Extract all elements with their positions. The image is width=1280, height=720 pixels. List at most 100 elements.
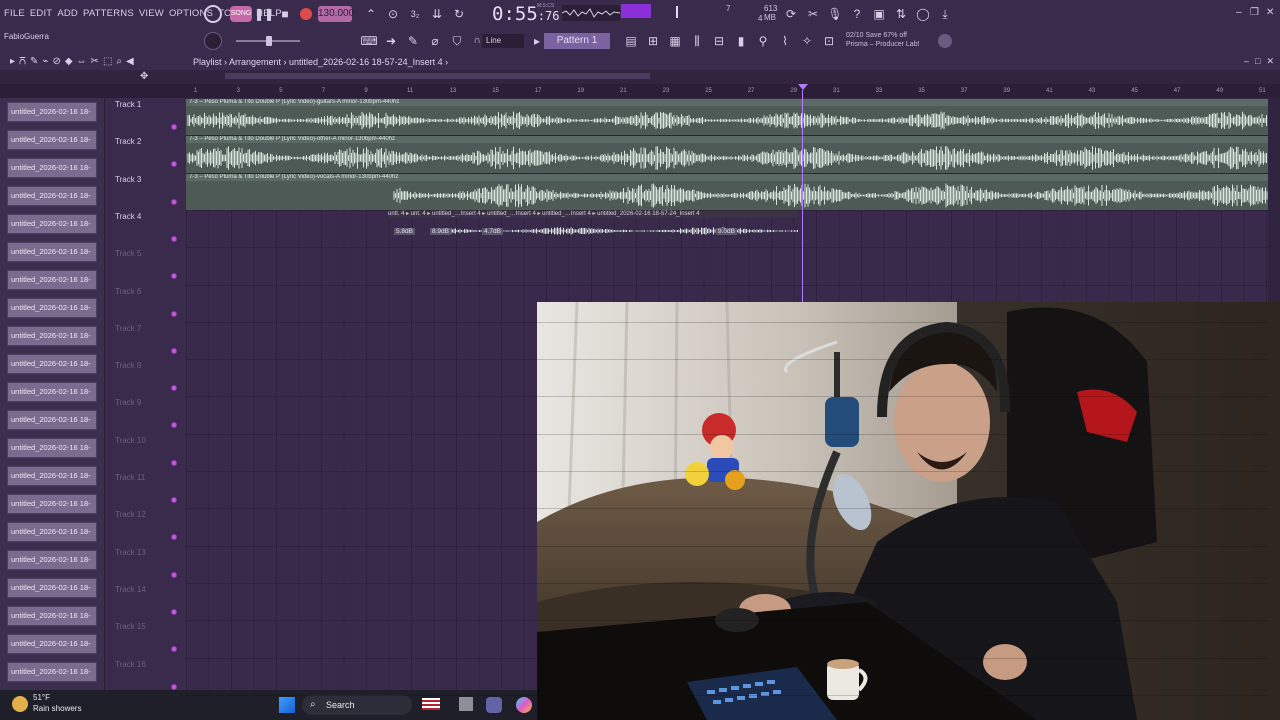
picker-clip-item[interactable]: untitled_2026-02-16 18-	[7, 578, 97, 598]
close-icon[interactable]: ✕	[1266, 7, 1274, 18]
picker-clip-item[interactable]: untitled_2026-02-16 18-	[7, 438, 97, 458]
playback-tool-icon[interactable]: ◀	[126, 56, 134, 67]
track-label[interactable]: Track 15	[115, 622, 146, 631]
flag-icon[interactable]	[422, 698, 440, 710]
weather-temperature[interactable]: 51°F	[33, 693, 50, 702]
track-mute-led[interactable]	[171, 235, 177, 242]
microphone-icon[interactable]: 🎙	[826, 5, 844, 23]
file-explorer-icon[interactable]	[459, 697, 473, 711]
picker-clip-item[interactable]: untitled_2026-02-16 18-	[7, 522, 97, 542]
mixer-view-icon[interactable]: ⇅	[892, 5, 910, 23]
picker-clip-item[interactable]: untitled_2026-02-16 18-	[7, 634, 97, 654]
track-mute-led[interactable]	[171, 422, 177, 429]
arrow-icon[interactable]: ➜	[382, 32, 400, 50]
move-icon[interactable]: ✥	[140, 71, 148, 82]
menu-edit[interactable]: Edit	[30, 8, 52, 19]
track-label[interactable]: Track 3	[115, 175, 141, 184]
stem-icon[interactable]: ✧	[798, 32, 816, 50]
picker-clip-item[interactable]: untitled_2026-02-16 18-	[7, 606, 97, 626]
track-mute-led[interactable]	[171, 385, 177, 392]
audio-clip-other[interactable]: 7-3 – Peso Pluma & Tito Double P (Lyric …	[186, 136, 1268, 173]
stop-icon[interactable]: ■	[276, 5, 294, 23]
pause-icon[interactable]: ❚❚	[254, 5, 274, 23]
track-label[interactable]: Track 16	[115, 660, 146, 669]
song-mode-button[interactable]: SONG	[230, 6, 252, 22]
step-edit-icon[interactable]: ⇊	[428, 5, 446, 23]
channel-rack-icon[interactable]: ⊞	[644, 32, 662, 50]
track-mute-led[interactable]	[171, 273, 177, 280]
track-label[interactable]: Track 12	[115, 510, 146, 519]
restore-icon[interactable]: ❐	[1250, 7, 1259, 18]
paint-tool-icon[interactable]: ⌁	[42, 56, 48, 67]
playhead-marker[interactable]	[798, 84, 808, 90]
picker-clip-item[interactable]: untitled_2026-02-16 18-	[7, 186, 97, 206]
track-mute-led[interactable]	[171, 161, 177, 168]
save-icon[interactable]: ▣	[870, 5, 888, 23]
play-arrow-icon[interactable]: ▸	[10, 56, 15, 67]
insert-clip-group[interactable]: untl. 4 ▸ unt. 4 ▸ untitled_…Insert 4 ▸ …	[388, 210, 798, 244]
playlist-minimize-icon[interactable]: –	[1244, 56, 1249, 67]
track-label[interactable]: Track 14	[115, 585, 146, 594]
master-pitch-knob[interactable]	[204, 32, 222, 50]
picker-clip-item[interactable]: untitled_2026-02-16 18-	[7, 410, 97, 430]
playlist-close-icon[interactable]: ✕	[1266, 56, 1274, 67]
master-volume-handle[interactable]	[266, 36, 272, 46]
weather-condition[interactable]: Rain showers	[33, 704, 81, 713]
track-mute-led[interactable]	[171, 571, 177, 578]
picker-clip-item[interactable]: untitled_2026-02-16 18-	[7, 102, 97, 122]
picker-clip-item[interactable]: untitled_2026-02-16 18-	[7, 494, 97, 514]
wait-input-icon[interactable]: ⊙	[384, 5, 402, 23]
teams-icon[interactable]	[486, 697, 502, 713]
link-icon[interactable]: ⌀	[426, 32, 444, 50]
record-button[interactable]	[300, 8, 312, 20]
track-label[interactable]: Track 9	[115, 398, 141, 407]
timeline-ruler[interactable]: 1 3 5 7 9 11 13 15 17 19 21 23 25 27 29 31 33 35 37 39 41 43 4…	[186, 84, 1268, 98]
pat-song-toggle[interactable]	[204, 5, 222, 23]
picker-clip-item[interactable]: untitled_2026-02-16 18-	[7, 242, 97, 262]
minimize-icon[interactable]: –	[1236, 7, 1242, 18]
undo-history-icon[interactable]: ⟳	[782, 5, 800, 23]
track-mute-led[interactable]	[171, 198, 177, 205]
menu-view[interactable]: View	[139, 8, 164, 19]
news-circle-icon[interactable]	[938, 34, 952, 48]
playlist-overview-bar[interactable]: ✥	[0, 70, 1280, 84]
picker-clip-item[interactable]: untitled_2026-02-16 18-	[7, 662, 97, 682]
picker-clip-item[interactable]: untitled_2026-02-16 18-	[7, 130, 97, 150]
track-mute-led[interactable]	[171, 608, 177, 615]
metronome-icon[interactable]: ⌃	[362, 5, 380, 23]
picker-clip-item[interactable]: untitled_2026-02-16 18-	[7, 326, 97, 346]
tempo-display[interactable]: 130.000	[318, 6, 354, 22]
keyboard-icon[interactable]: ⌨	[360, 32, 378, 50]
track-label[interactable]: Track 10	[115, 436, 146, 445]
track-label[interactable]: Track 6	[115, 287, 141, 296]
snap-selector[interactable]: Line	[482, 34, 524, 48]
windows-start-icon[interactable]	[279, 697, 295, 713]
store-icon[interactable]: ⊡	[820, 32, 838, 50]
track-label[interactable]: Track 8	[115, 361, 141, 370]
picker-clip-item[interactable]: untitled_2026-02-16 18-	[7, 466, 97, 486]
copilot-icon[interactable]	[516, 697, 532, 713]
track-mute-led[interactable]	[171, 497, 177, 503]
track-mute-led[interactable]	[171, 646, 177, 653]
pencil-icon[interactable]: ✎	[404, 32, 422, 50]
pattern-selector[interactable]: Pattern 1	[544, 33, 610, 49]
track-mute-led[interactable]	[171, 683, 177, 690]
browser-icon[interactable]: ⊟	[710, 32, 728, 50]
mixer-icon[interactable]: ✂	[804, 5, 822, 23]
track-label[interactable]: Track 5	[115, 249, 141, 258]
picker-clip-item[interactable]: untitled_2026-02-16 18-	[7, 158, 97, 178]
picker-clip-item[interactable]: untitled_2026-02-16 18-	[7, 354, 97, 374]
news-hint[interactable]: 02/10 Save 67% off Prisma – Producer Lab…	[846, 31, 920, 49]
track-label[interactable]: Track 2	[115, 137, 141, 146]
menu-patterns[interactable]: Patterns	[83, 8, 134, 19]
delete-tool-icon[interactable]: ⊘	[52, 56, 60, 67]
stamp-icon[interactable]: ⛉	[448, 32, 466, 50]
picker-clip-item[interactable]: untitled_2026-02-16 18-	[7, 298, 97, 318]
track-label[interactable]: Track 7	[115, 324, 141, 333]
brush-icon[interactable]: ⌇	[776, 32, 794, 50]
snap-magnet-icon[interactable]: ⩃	[19, 56, 26, 67]
cable-icon[interactable]: ⚲	[754, 32, 772, 50]
menu-file[interactable]: File	[4, 8, 25, 19]
mute-tool-icon[interactable]: ◆	[65, 56, 73, 67]
zoom-tool-icon[interactable]: ⌕	[116, 56, 122, 67]
